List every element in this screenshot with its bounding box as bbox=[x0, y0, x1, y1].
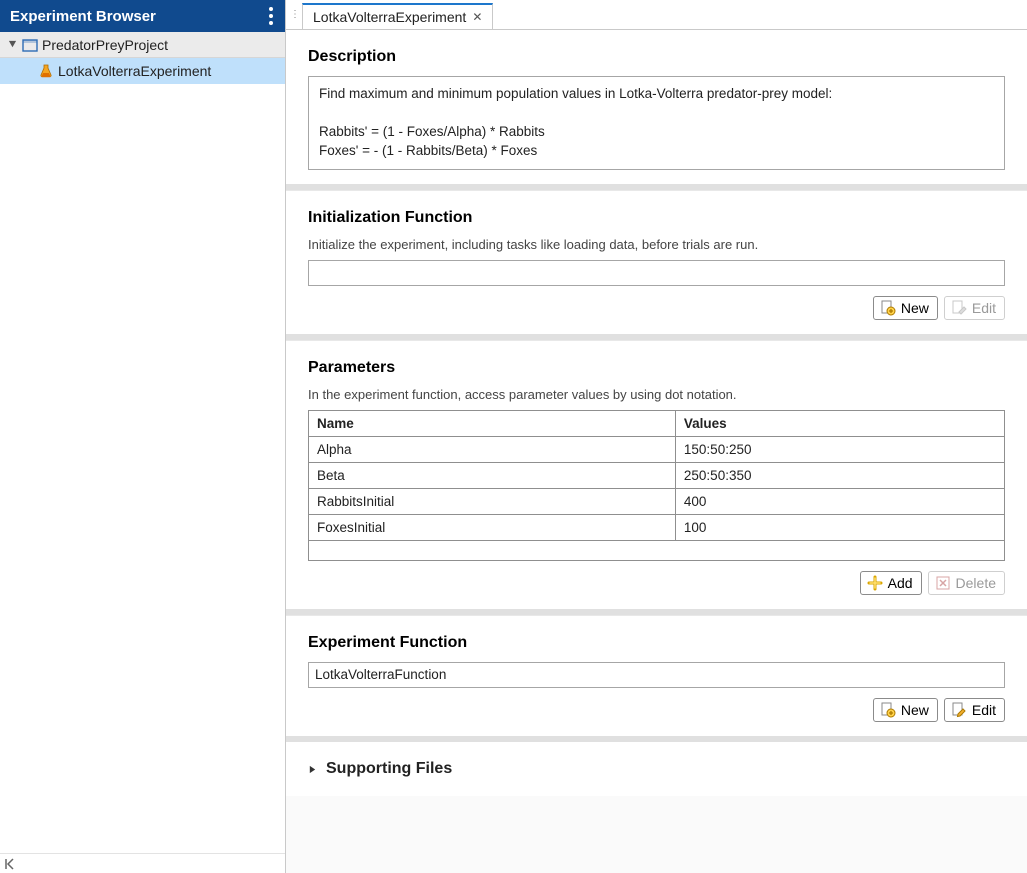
table-row[interactable]: RabbitsInitial400 bbox=[309, 488, 1005, 514]
parameters-table[interactable]: Name Values Alpha150:50:250Beta250:50:35… bbox=[308, 410, 1005, 561]
param-name-cell[interactable]: Beta bbox=[309, 462, 676, 488]
add-button[interactable]: Add bbox=[860, 571, 922, 595]
parameters-section: Parameters In the experiment function, a… bbox=[286, 340, 1027, 615]
edit-icon bbox=[951, 300, 967, 316]
delete-icon bbox=[935, 575, 951, 591]
project-icon bbox=[22, 37, 38, 53]
param-values-cell[interactable]: 400 bbox=[675, 488, 1004, 514]
chevron-left-end-icon[interactable] bbox=[4, 858, 16, 870]
expfn-new-button[interactable]: New bbox=[873, 698, 938, 722]
supporting-files-section[interactable]: Supporting Files bbox=[286, 742, 1027, 796]
description-section: Description Find maximum and minimum pop… bbox=[286, 30, 1027, 190]
parameters-subtext: In the experiment function, access param… bbox=[308, 387, 1005, 402]
initialization-input[interactable] bbox=[308, 260, 1005, 286]
close-icon[interactable]: ✕ bbox=[472, 10, 482, 24]
edit-pencil-icon bbox=[951, 702, 967, 718]
description-textarea[interactable]: Find maximum and minimum population valu… bbox=[308, 76, 1005, 170]
param-name-cell[interactable]: RabbitsInitial bbox=[309, 488, 676, 514]
supporting-files-heading: Supporting Files bbox=[326, 760, 452, 778]
initialization-section: Initialization Function Initialize the e… bbox=[286, 190, 1027, 340]
tab-label: LotkaVolterraExperiment bbox=[313, 9, 466, 25]
expfn-edit-button[interactable]: Edit bbox=[944, 698, 1005, 722]
param-name-cell[interactable]: FoxesInitial bbox=[309, 514, 676, 540]
table-row[interactable]: Alpha150:50:250 bbox=[309, 436, 1005, 462]
param-name-cell[interactable]: Alpha bbox=[309, 436, 676, 462]
sidebar-title: Experiment Browser bbox=[10, 8, 156, 25]
parameters-heading: Parameters bbox=[308, 359, 1005, 377]
sidebar-kebab-icon[interactable] bbox=[267, 5, 275, 27]
init-edit-button: Edit bbox=[944, 296, 1005, 320]
sidebar-footer bbox=[0, 853, 285, 873]
param-values-cell[interactable]: 100 bbox=[675, 514, 1004, 540]
plus-icon bbox=[867, 575, 883, 591]
col-values[interactable]: Values bbox=[675, 410, 1004, 436]
content-scroll[interactable]: Description Find maximum and minimum pop… bbox=[286, 30, 1027, 873]
col-name[interactable]: Name bbox=[309, 410, 676, 436]
delete-button: Delete bbox=[928, 571, 1005, 595]
description-heading: Description bbox=[308, 48, 1005, 66]
experiment-browser-panel: Experiment Browser PredatorPreyProject bbox=[0, 0, 286, 873]
tree-item-label: LotkaVolterraExperiment bbox=[58, 63, 211, 79]
param-values-cell[interactable]: 150:50:250 bbox=[675, 436, 1004, 462]
project-tree: PredatorPreyProject LotkaVolterraExperim… bbox=[0, 32, 285, 853]
table-row[interactable]: FoxesInitial100 bbox=[309, 514, 1005, 540]
sidebar-header: Experiment Browser bbox=[0, 0, 285, 32]
experiment-function-section: Experiment Function LotkaVolterraFunctio… bbox=[286, 615, 1027, 743]
tree-root-item[interactable]: PredatorPreyProject bbox=[0, 32, 285, 58]
table-row-empty[interactable] bbox=[309, 540, 1005, 560]
initialization-heading: Initialization Function bbox=[308, 209, 1005, 227]
expand-icon[interactable] bbox=[308, 762, 318, 777]
experiment-function-input[interactable]: LotkaVolterraFunction bbox=[308, 662, 1005, 689]
initialization-subtext: Initialize the experiment, including tas… bbox=[308, 237, 1005, 252]
init-new-button[interactable]: New bbox=[873, 296, 938, 320]
param-values-cell[interactable]: 250:50:350 bbox=[675, 462, 1004, 488]
new-file-icon bbox=[880, 300, 896, 316]
main-area: ⋮⋮ LotkaVolterraExperiment ✕ Description… bbox=[286, 0, 1027, 873]
tab-experiment[interactable]: LotkaVolterraExperiment ✕ bbox=[302, 3, 493, 29]
table-row[interactable]: Beta250:50:350 bbox=[309, 462, 1005, 488]
drag-grip-icon[interactable]: ⋮⋮ bbox=[290, 10, 300, 20]
tree-collapse-icon[interactable] bbox=[6, 39, 18, 51]
tab-bar: ⋮⋮ LotkaVolterraExperiment ✕ bbox=[286, 0, 1027, 30]
tree-item-experiment[interactable]: LotkaVolterraExperiment bbox=[0, 58, 285, 84]
flask-icon bbox=[38, 63, 54, 79]
tree-root-label: PredatorPreyProject bbox=[42, 37, 168, 53]
new-file-icon bbox=[880, 702, 896, 718]
experiment-function-heading: Experiment Function bbox=[308, 634, 1005, 652]
